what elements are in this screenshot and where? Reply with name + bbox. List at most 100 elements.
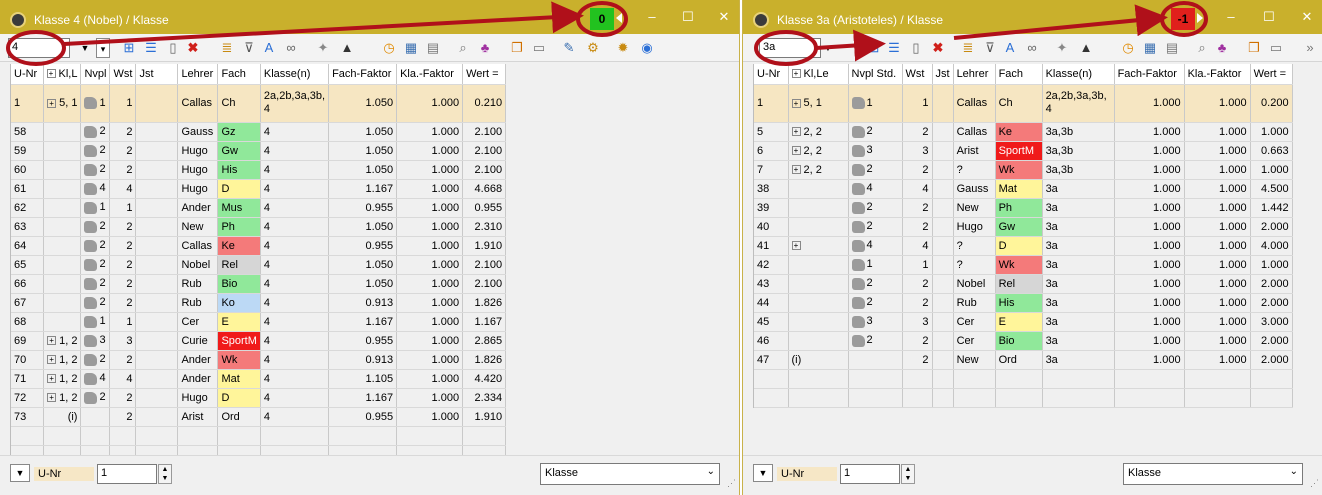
unr-spinner[interactable]: ▲ ▼: [158, 464, 172, 484]
chevron-down-icon[interactable]: ▼: [78, 38, 92, 58]
graduation-icon[interactable]: ▲: [1077, 39, 1095, 57]
column-header[interactable]: Fach: [217, 64, 261, 85]
column-header[interactable]: Fach-Faktor: [328, 64, 398, 85]
table-row[interactable]: 1 +5, 1 1 1 Callas Ch 2a,2b,3a,3b, 4 1.050 1.000…: [11, 84, 507, 123]
list-icon[interactable]: ☰: [142, 39, 160, 57]
column-header[interactable]: Wert =: [462, 64, 507, 85]
resize-grip-icon[interactable]: ⋰: [727, 478, 736, 489]
copy-icon[interactable]: ❐: [1245, 39, 1263, 57]
expand-icon[interactable]: +: [47, 336, 57, 346]
resize-grip-icon[interactable]: ⋰: [1310, 478, 1319, 489]
copy-icon[interactable]: ❐: [508, 39, 526, 57]
class-select[interactable]: 4: [8, 38, 70, 58]
table-row[interactable]: 59 2 2 Hugo Gw 4 1.050 1.000 2.100: [11, 141, 507, 161]
help-icon[interactable]: ◉: [638, 39, 656, 57]
expand-icon[interactable]: +: [791, 127, 801, 137]
expand-icon[interactable]: ⊞: [865, 39, 883, 57]
calendar-icon[interactable]: ▦: [1141, 39, 1159, 57]
class-select[interactable]: 3a: [759, 38, 821, 58]
column-header[interactable]: Wst: [902, 64, 933, 85]
column-header[interactable]: Lehrer: [177, 64, 219, 85]
column-header[interactable]: Lehrer: [953, 64, 996, 85]
expand-icon[interactable]: +: [47, 393, 57, 403]
table-row[interactable]: 60 2 2 Hugo His 4 1.050 1.000 2.100: [11, 160, 507, 180]
column-header[interactable]: Jst: [135, 64, 179, 85]
table-row[interactable]: 63 2 2 New Ph 4 1.050 1.000 2.310: [11, 217, 507, 237]
sort-az-icon[interactable]: A: [260, 39, 278, 57]
table-row[interactable]: 41 +4 4? D 3a 1.000 1.000 4.000: [754, 236, 1293, 256]
edit-icon[interactable]: ✎: [560, 39, 578, 57]
table-row[interactable]: 42 1 1? Wk 3a 1.000 1.000 1.000: [754, 255, 1293, 275]
expand-icon[interactable]: +: [791, 98, 801, 108]
window-icon[interactable]: ▭: [1267, 39, 1285, 57]
search-icon[interactable]: ⌕: [454, 39, 472, 57]
table-row[interactable]: 46 2 2 Cer Bio 3a 1.000 1.000 2.000: [754, 331, 1293, 351]
window-icon[interactable]: ▭: [530, 39, 548, 57]
column-header[interactable]: Fach-Faktor: [1114, 64, 1185, 85]
expand-icon[interactable]: +: [791, 241, 801, 251]
column-header[interactable]: U-Nr: [11, 64, 44, 85]
list-icon[interactable]: ☰: [885, 39, 903, 57]
wand-icon[interactable]: ✦: [1053, 39, 1071, 57]
graduation-icon[interactable]: ▲: [338, 39, 356, 57]
close-button[interactable]: ✕: [1295, 8, 1319, 26]
table-row[interactable]: 47 (i) 2 New Ord 3a 1.000 1.000 2.000: [754, 350, 1293, 370]
expand-icon[interactable]: +: [791, 69, 801, 79]
delete-icon[interactable]: ✖: [184, 39, 202, 57]
table-row[interactable]: 58 2 2 Gauss Gz 4 1.050 1.000 2.100: [11, 122, 507, 142]
wand-icon[interactable]: ✦: [314, 39, 332, 57]
expand-icon[interactable]: +: [47, 98, 57, 108]
column-header[interactable]: Nvpl Std.: [848, 64, 903, 85]
expand-icon[interactable]: +: [47, 374, 57, 384]
new-icon[interactable]: ▯: [164, 39, 182, 57]
column-header[interactable]: U-Nr: [754, 64, 789, 85]
clock-icon[interactable]: ◷: [1119, 39, 1137, 57]
table-row[interactable]: 1 +5, 1 1 1 Callas Ch 2a,2b,3a,3b, 4 1.000 1.000…: [754, 84, 1293, 123]
table-row[interactable]: 72 +1, 2 2 2 Hugo D 4 1.167 1.000 2.334: [11, 388, 507, 408]
chevron-down-icon[interactable]: ▼: [753, 464, 773, 482]
grid-icon[interactable]: ▤: [424, 39, 442, 57]
link-icon[interactable]: ∞: [282, 39, 300, 57]
users-icon[interactable]: ♣: [476, 39, 494, 57]
view-select[interactable]: Klasse ⌄: [540, 463, 720, 485]
table-row[interactable]: 65 2 2 Nobel Rel 4 1.050 1.000 2.100: [11, 255, 507, 275]
expand-icon[interactable]: +: [46, 69, 56, 79]
table-row[interactable]: 68 1 1 Cer E 4 1.167 1.000 1.167: [11, 312, 507, 332]
link-icon[interactable]: ∞: [1023, 39, 1041, 57]
search-icon[interactable]: ⌕: [1193, 39, 1211, 57]
table-row[interactable]: 69 +1, 2 3 3 Curie SportM 4 0.955 1.000 2.865: [11, 331, 507, 351]
maximize-button[interactable]: ☐: [676, 8, 700, 26]
column-header[interactable]: Kla.-Faktor: [396, 64, 464, 85]
column-header[interactable]: Wert =: [1250, 64, 1293, 85]
unr-spinner[interactable]: ▲ ▼: [901, 464, 915, 484]
minimize-button[interactable]: –: [640, 8, 664, 26]
settings-icon[interactable]: ⚙: [584, 39, 602, 57]
sort-az-icon[interactable]: A: [1001, 39, 1019, 57]
grid-icon[interactable]: ▤: [1163, 39, 1181, 57]
gear-icon[interactable]: ✹: [614, 39, 632, 57]
column-header[interactable]: + Kl,L: [43, 64, 82, 85]
chevron-down-icon[interactable]: ▼: [10, 464, 30, 482]
table-row[interactable]: 67 2 2 Rub Ko 4 0.913 1.000 1.826: [11, 293, 507, 313]
calendar-icon[interactable]: ▦: [402, 39, 420, 57]
column-header[interactable]: Fach: [995, 64, 1043, 85]
filter-icon[interactable]: ⊽: [981, 39, 999, 57]
table-row[interactable]: 6 +2, 2 3 3 Arist SportM 3a,3b 1.000 1.000 0.663: [754, 141, 1293, 161]
table-row[interactable]: 5 +2, 2 2 2 Callas Ke 3a,3b 1.000 1.000 1.000: [754, 122, 1293, 142]
users-icon[interactable]: ♣: [1213, 39, 1231, 57]
filter-icon[interactable]: ⊽: [240, 39, 258, 57]
sort-icon[interactable]: ≣: [218, 39, 236, 57]
chevron-down-icon[interactable]: ▼: [821, 38, 835, 58]
table-row[interactable]: 71 +1, 2 4 4 Ander Mat 4 1.105 1.000 4.420: [11, 369, 507, 389]
column-header[interactable]: + Kl,Le: [788, 64, 849, 85]
table-row[interactable]: 61 4 4 Hugo D 4 1.167 1.000 4.668: [11, 179, 507, 199]
table-row[interactable]: 70 +1, 2 2 2 Ander Wk 4 0.913 1.000 1.826: [11, 350, 507, 370]
column-header[interactable]: Kla.-Faktor: [1184, 64, 1251, 85]
overflow-icon[interactable]: »: [1301, 39, 1319, 57]
table-row[interactable]: 39 2 2 New Ph 3a 1.000 1.000 1.442: [754, 198, 1293, 218]
table-row[interactable]: 62 1 1 Ander Mus 4 0.955 1.000 0.955: [11, 198, 507, 218]
table-row[interactable]: 44 2 2 Rub His 3a 1.000 1.000 2.000: [754, 293, 1293, 313]
expand-icon[interactable]: ⊞: [120, 39, 138, 57]
table-row[interactable]: 7 +2, 2 2 2? Wk 3a,3b 1.000 1.000 1.000: [754, 160, 1293, 180]
table-row[interactable]: 43 2 2 Nobel Rel 3a 1.000 1.000 2.000: [754, 274, 1293, 294]
